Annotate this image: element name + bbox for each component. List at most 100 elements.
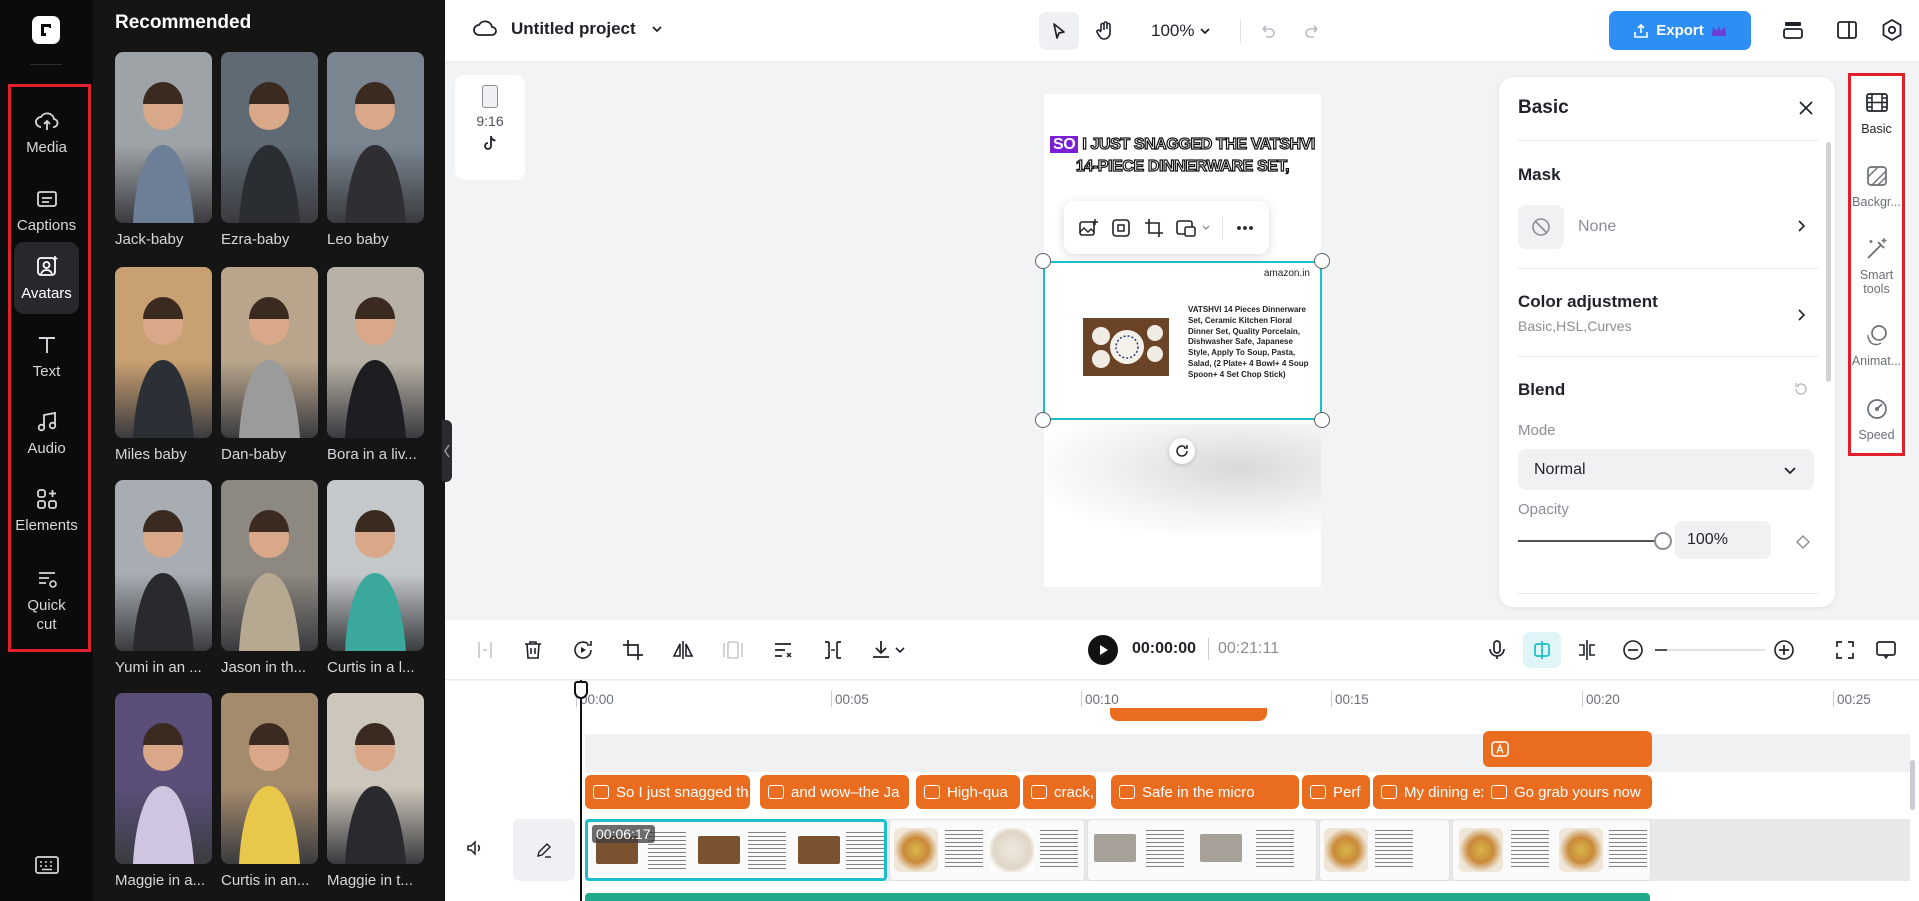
resize-handle-bottom-left[interactable]: [1035, 412, 1051, 428]
replace-image-icon[interactable]: [1077, 217, 1099, 239]
caption-preview-icon[interactable]: [1874, 638, 1898, 662]
keyframe-diamond-icon[interactable]: [1795, 534, 1811, 550]
app-logo[interactable]: [32, 16, 60, 44]
overlay-clip-top[interactable]: [1110, 708, 1267, 721]
split-scene-icon[interactable]: [1575, 638, 1599, 662]
video-clip-selected[interactable]: 00:06:17: [585, 819, 887, 881]
fullscreen-icon[interactable]: [1833, 638, 1857, 662]
smart-crop-icon[interactable]: [1110, 217, 1132, 239]
keyboard-icon[interactable]: [34, 855, 60, 875]
chevron-right-icon[interactable]: [1795, 307, 1807, 323]
crop-icon[interactable]: [621, 638, 645, 662]
caption-clip[interactable]: Perf: [1302, 775, 1370, 809]
avatar-card[interactable]: Miles baby: [115, 267, 212, 463]
track-edit-button[interactable]: [513, 819, 575, 881]
video-clip[interactable]: [1319, 819, 1450, 881]
timeline[interactable]: 00:00 00:05 00:10 00:15 00:20 00:25 So I just…: [445, 681, 1919, 901]
opacity-slider-knob[interactable]: [1654, 532, 1672, 550]
settings-icon[interactable]: [1880, 18, 1904, 42]
avatar-card[interactable]: Yumi in an ...: [115, 480, 212, 676]
reset-icon[interactable]: [1793, 381, 1809, 397]
chevron-down-icon[interactable]: [893, 638, 907, 662]
aspect-ratio-box[interactable]: 9:16: [455, 75, 525, 180]
zoom-slider-track[interactable]: [1655, 649, 1765, 651]
panel-layout-icon[interactable]: [1835, 18, 1859, 42]
project-menu[interactable]: Untitled project: [473, 18, 664, 40]
avatar-card[interactable]: Leo baby: [327, 52, 424, 248]
export-button[interactable]: Export: [1609, 11, 1751, 50]
avatar-card[interactable]: Curtis in an...: [221, 693, 318, 889]
clip-thumbnail: [1559, 828, 1603, 872]
selected-media-element[interactable]: amazon.in VATSHVI 14 Pieces Dinnerware S…: [1043, 261, 1322, 420]
play-button[interactable]: [1088, 635, 1118, 665]
crop-icon[interactable]: [1143, 217, 1165, 239]
undo-button[interactable]: [1247, 12, 1287, 50]
replay-icon[interactable]: [571, 638, 595, 662]
flip-icon[interactable]: [671, 638, 695, 662]
properties-scrollbar[interactable]: [1826, 142, 1831, 382]
more-options-icon[interactable]: [1234, 217, 1256, 239]
layers-icon[interactable]: [1781, 18, 1805, 42]
caption-clip[interactable]: and wow–the Ja: [760, 775, 909, 809]
caption-clip[interactable]: Go grab yours now: [1483, 775, 1652, 809]
hand-tool-button[interactable]: [1085, 12, 1125, 50]
text-clip[interactable]: [1483, 731, 1652, 767]
avatar-card[interactable]: Bora in a liv...: [327, 267, 424, 463]
phone-ratio-icon: [482, 85, 498, 108]
video-clip[interactable]: [889, 819, 1085, 881]
playhead-handle[interactable]: [574, 681, 588, 699]
avatar-card[interactable]: Dan-baby: [221, 267, 318, 463]
trim-icon[interactable]: [821, 638, 845, 662]
clip-thumbnail: [1324, 828, 1368, 872]
redo-button[interactable]: [1293, 12, 1333, 50]
color-adjustment-heading[interactable]: Color adjustment: [1518, 292, 1658, 312]
resize-handle-top-left[interactable]: [1035, 253, 1051, 269]
audio-track-clip[interactable]: [585, 893, 1650, 901]
track-volume-button[interactable]: [465, 838, 485, 858]
delete-icon[interactable]: [521, 638, 545, 662]
close-icon[interactable]: [1797, 99, 1815, 117]
video-clip[interactable]: [1087, 819, 1317, 881]
caption-clip[interactable]: crack,: [1023, 775, 1096, 809]
chevron-down-icon: [1200, 28, 1211, 35]
blend-heading: Blend: [1518, 380, 1566, 399]
chevron-right-icon[interactable]: [1795, 218, 1807, 234]
resize-handle-bottom-right[interactable]: [1314, 412, 1330, 428]
caption-clip[interactable]: So I just snagged th: [585, 775, 750, 809]
magnet-snap-button[interactable]: [1523, 632, 1561, 668]
panel-collapse-handle[interactable]: [442, 420, 452, 482]
freeze-icon[interactable]: [721, 638, 745, 662]
properties-title: Basic: [1518, 97, 1569, 118]
avatar-card[interactable]: Maggie in a...: [115, 693, 212, 889]
clip-thumbnail: [748, 832, 786, 870]
avatar-card[interactable]: Jason in th...: [221, 480, 318, 676]
rotate-handle[interactable]: [1169, 438, 1195, 464]
split-icon[interactable]: [473, 638, 497, 662]
caption-clip[interactable]: High-qua: [916, 775, 1020, 809]
opacity-slider-track[interactable]: [1518, 540, 1663, 542]
replace-media-dropdown[interactable]: [1175, 217, 1211, 239]
resize-handle-top-right[interactable]: [1314, 253, 1330, 269]
download-icon[interactable]: [869, 638, 893, 662]
project-name[interactable]: Untitled project: [511, 19, 636, 39]
video-clip[interactable]: [1452, 819, 1651, 881]
select-tool-button[interactable]: [1039, 12, 1079, 50]
zoom-out-icon[interactable]: [1621, 638, 1645, 662]
avatar-card[interactable]: Jack-baby: [115, 52, 212, 248]
avatar-card[interactable]: Maggie in t...: [327, 693, 424, 889]
caption-clip[interactable]: Safe in the micro: [1111, 775, 1299, 809]
zoom-in-icon[interactable]: [1772, 638, 1796, 662]
microphone-icon[interactable]: [1485, 638, 1509, 662]
blend-mode-select[interactable]: Normal: [1518, 449, 1814, 490]
avatar-name: Leo baby: [327, 231, 389, 248]
ruler-tick-line: [1331, 691, 1332, 707]
canvas-caption[interactable]: SO I JUST SNAGGED THE VATSHVI 14-PIECE D…: [1044, 134, 1321, 178]
mask-selector[interactable]: None: [1518, 202, 1818, 252]
auto-caption-icon[interactable]: [771, 638, 795, 662]
opacity-input[interactable]: 100%: [1675, 521, 1771, 559]
playhead-line[interactable]: [580, 680, 582, 901]
zoom-dropdown[interactable]: 100%: [1151, 21, 1212, 41]
timeline-scrollbar[interactable]: [1910, 760, 1915, 810]
avatar-card[interactable]: Curtis in a l...: [327, 480, 424, 676]
avatar-card[interactable]: Ezra-baby: [221, 52, 318, 248]
